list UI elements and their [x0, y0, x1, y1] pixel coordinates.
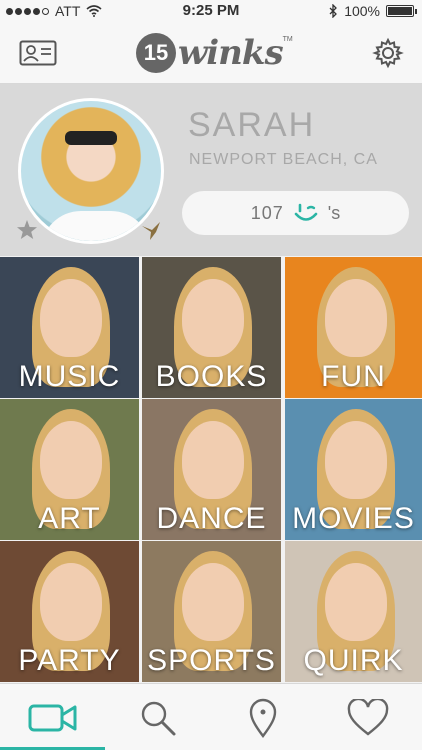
winks-suffix: 's — [327, 202, 341, 223]
tab-video[interactable] — [0, 684, 105, 750]
profile-card-icon — [19, 40, 57, 66]
category-tile-fun[interactable]: FUN — [285, 257, 422, 398]
hummingbird-icon — [142, 222, 160, 240]
star-icon[interactable] — [16, 219, 38, 241]
category-grid: MUSIC BOOKS FUN ART DANCE MOVIES PARTY SPORTS QU… — [0, 257, 422, 683]
tab-search[interactable] — [105, 684, 210, 750]
app-logo: 15 winks TM — [136, 30, 293, 76]
battery-icon — [386, 5, 417, 17]
profile-section: SARAH NEWPORT BEACH, CA 107 's — [0, 84, 422, 256]
category-tile-music[interactable]: MUSIC — [0, 257, 139, 398]
category-tile-sports[interactable]: SPORTS — [142, 541, 281, 682]
tab-favorites[interactable] — [315, 684, 420, 750]
battery-percent: 100% — [344, 3, 380, 19]
category-label: DANCE — [156, 502, 267, 535]
location-pin-icon — [249, 698, 276, 738]
logo-number: 15 — [136, 33, 176, 73]
video-camera-icon — [28, 704, 76, 731]
category-label: SPORTS — [147, 644, 276, 677]
category-tile-quirk[interactable]: QUIRK — [285, 541, 422, 682]
category-label: MUSIC — [18, 360, 121, 393]
category-tile-party[interactable]: PARTY — [0, 541, 139, 682]
bluetooth-icon — [329, 4, 338, 18]
category-label: FUN — [321, 360, 386, 393]
logo-word: winks — [178, 33, 284, 73]
wink-face-icon — [294, 203, 318, 221]
profile-card-button[interactable] — [18, 36, 58, 70]
logo-trademark: TM — [282, 36, 293, 43]
profile-location: NEWPORT BEACH, CA — [189, 151, 378, 168]
tab-location[interactable] — [210, 684, 315, 750]
tab-bar — [0, 683, 422, 750]
search-icon — [141, 701, 175, 735]
category-tile-books[interactable]: BOOKS — [142, 257, 281, 398]
category-label: BOOKS — [155, 360, 268, 393]
category-tile-movies[interactable]: MOVIES — [285, 399, 422, 540]
category-tile-art[interactable]: ART — [0, 399, 139, 540]
category-label: PARTY — [18, 644, 121, 677]
category-label: QUIRK — [303, 644, 404, 677]
gear-icon — [372, 37, 404, 69]
winks-count: 107 — [250, 202, 284, 223]
category-tile-dance[interactable]: DANCE — [142, 399, 281, 540]
category-label: MOVIES — [292, 502, 415, 535]
app-header: 15 winks TM — [0, 22, 422, 84]
heart-icon — [347, 698, 388, 736]
settings-button[interactable] — [368, 36, 408, 70]
status-bar: ATT 9:25 PM 100% — [0, 0, 422, 22]
winks-count-button[interactable]: 107 's — [182, 191, 409, 235]
profile-name: SARAH — [188, 106, 316, 144]
category-label: ART — [38, 502, 101, 535]
